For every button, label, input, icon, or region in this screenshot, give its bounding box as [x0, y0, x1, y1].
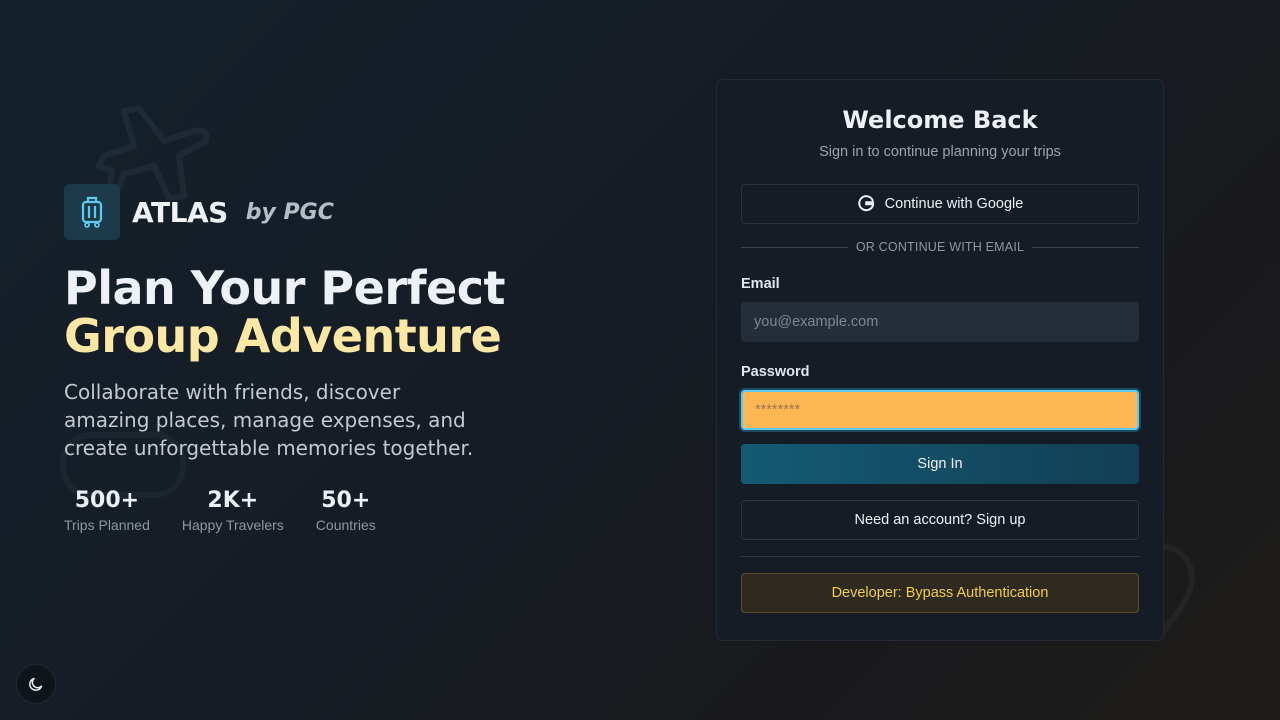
headline-line2: Group Adventure — [64, 309, 502, 363]
card-subtitle: Sign in to continue planning your trips — [819, 144, 1061, 160]
stat-label: Countries — [315, 517, 376, 533]
signin-button[interactable]: Sign In — [741, 444, 1139, 484]
divider-line — [1032, 246, 1140, 248]
stat-value: 50+ — [321, 488, 371, 513]
moon-icon — [29, 677, 43, 691]
suitcase-icon — [81, 196, 103, 228]
stat-value: 500+ — [74, 488, 140, 513]
headline-line1: Plan Your Perfect — [64, 261, 506, 315]
signin-card: Welcome Back Sign in to continue plannin… — [716, 79, 1164, 641]
email-label: Email — [741, 276, 780, 292]
theme-toggle-button[interactable] — [16, 664, 56, 704]
headline: Plan Your Perfect Group Adventure — [64, 264, 564, 360]
stat-travelers: 2K+ Happy Travelers — [182, 488, 284, 533]
google-button-label: Continue with Google — [884, 196, 1024, 212]
stat-label: Trips Planned — [64, 517, 150, 533]
signup-button[interactable]: Need an account? Sign up — [741, 500, 1139, 540]
dev-bypass-button[interactable]: Developer: Bypass Authentication — [741, 573, 1139, 613]
card-separator — [741, 556, 1139, 557]
hero-subtitle: Collaborate with friends, discover amazi… — [64, 380, 474, 460]
stats: 500+ Trips Planned 2K+ Happy Travelers 5… — [64, 488, 564, 533]
email-input[interactable] — [741, 302, 1139, 342]
stat-countries: 50+ Countries — [316, 488, 376, 533]
stat-label: Happy Travelers — [181, 517, 284, 533]
stat-trips: 500+ Trips Planned — [64, 488, 150, 533]
divider-line — [741, 246, 848, 248]
password-label: Password — [741, 364, 810, 380]
brand: ATLAS by PGC — [64, 184, 564, 240]
stat-value: 2K+ — [207, 488, 259, 513]
email-divider: OR CONTINUE WITH EMAIL — [741, 240, 1140, 254]
brand-byline: by PGC — [245, 199, 334, 225]
password-input[interactable] — [741, 390, 1139, 430]
card-title: Welcome Back — [842, 106, 1038, 134]
divider-text: OR CONTINUE WITH EMAIL — [855, 240, 1025, 254]
google-signin-button[interactable]: Continue with Google — [741, 184, 1139, 224]
hero-section: ATLAS by PGC Plan Your Perfect Group Adv… — [64, 184, 564, 533]
brand-logo — [64, 184, 120, 240]
google-icon — [857, 195, 874, 212]
brand-name: ATLAS — [132, 195, 228, 229]
